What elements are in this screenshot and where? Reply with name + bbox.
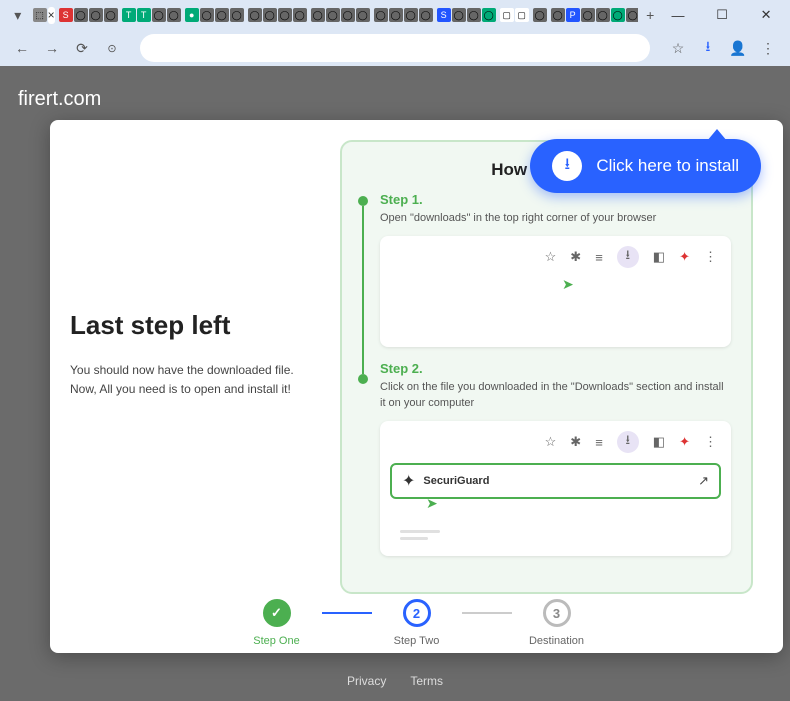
new-tab-button[interactable]: + xyxy=(640,5,660,25)
download-icon: ⭳ xyxy=(617,246,639,268)
step2-title: Step 2. xyxy=(380,361,731,376)
subtext-2: Now, All you need is to open and install… xyxy=(70,380,330,399)
howto-box: How to Install Step 1. Open "downloads" … xyxy=(340,140,753,594)
bug-icon: ✦ xyxy=(679,434,690,450)
content-card: ⭳ Click here to install Last step left Y… xyxy=(50,120,783,653)
nav-reload[interactable]: ⟳ xyxy=(72,38,92,58)
address-bar[interactable] xyxy=(140,34,650,62)
puzzle-icon: ✱ xyxy=(570,249,581,265)
nav-forward[interactable]: → xyxy=(42,38,62,58)
window-maximize[interactable]: ☐ xyxy=(706,3,738,27)
step1-label: Step One xyxy=(253,635,299,647)
bookmark-star-icon[interactable]: ☆ xyxy=(668,38,688,58)
open-icon[interactable]: ↗ xyxy=(698,473,709,489)
nav-back[interactable]: ← xyxy=(12,38,32,58)
step2-mock: ☆ ✱ ≡ ⭳ ◧ ✦ ⋮ ✦ SecuriGuard xyxy=(380,421,731,556)
step2-label: Step Two xyxy=(394,635,440,647)
step1-mock: ☆ ✱ ≡ ⭳ ◧ ✦ ⋮ ➤ xyxy=(380,236,731,347)
bug-icon: ✦ xyxy=(679,249,690,265)
extension-row[interactable]: ✦ SecuriGuard ↗ xyxy=(390,463,721,499)
panel-icon: ◧ xyxy=(653,434,665,450)
install-callout[interactable]: ⭳ Click here to install xyxy=(530,139,761,193)
progress-indicator: ✓ Step One 2 Step Two 3 Destination xyxy=(50,599,783,647)
heading: Last step left xyxy=(70,310,330,341)
star-icon: ☆ xyxy=(545,434,557,450)
step-1: Step 1. Open "downloads" in the top righ… xyxy=(380,192,731,347)
panel-icon: ◧ xyxy=(653,249,665,265)
callout-text: Click here to install xyxy=(596,156,739,176)
page-viewport: firert.com pcrisk.com ⭳ Click here to in… xyxy=(0,66,790,701)
profile-icon[interactable]: 👤 xyxy=(728,38,748,58)
window-close[interactable]: ✕ xyxy=(750,3,782,27)
puzzle-icon: ✱ xyxy=(570,434,581,450)
downloads-icon[interactable]: ⭳ xyxy=(698,38,718,58)
menu-dots-icon: ⋮ xyxy=(704,249,717,265)
tab-list: ⬚ × S◯◯◯ TT◯◯ ●◯◯◯ ◯◯◯◯ ◯◯◯◯ ◯◯◯◯ S◯◯◯ ▢… xyxy=(30,7,639,24)
list-icon: ≡ xyxy=(595,435,603,450)
browser-menu[interactable]: ⋮ xyxy=(758,38,778,58)
placeholder-lines xyxy=(390,522,721,548)
footer: Privacy Terms xyxy=(0,661,790,701)
window-minimize[interactable]: — xyxy=(662,3,694,27)
step-number: 2 xyxy=(403,599,431,627)
terms-link[interactable]: Terms xyxy=(410,674,443,688)
progress-connector xyxy=(462,612,512,614)
step1-title: Step 1. xyxy=(380,192,731,207)
secure-icon: ⊙ xyxy=(102,38,122,58)
cursor-icon: ➤ xyxy=(562,276,790,293)
extension-name: SecuriGuard xyxy=(423,475,489,487)
puzzle-icon: ✦ xyxy=(402,471,415,491)
list-icon: ≡ xyxy=(595,250,603,265)
page-url-overlay: firert.com xyxy=(18,88,101,111)
progress-step-3: 3 Destination xyxy=(512,599,602,647)
download-icon: ⭳ xyxy=(617,431,639,453)
browser-toolbar: ← → ⟳ ⊙ ☆ ⭳ 👤 ⋮ xyxy=(0,30,790,66)
tab-dropdown[interactable]: ▾ xyxy=(8,5,28,25)
menu-dots-icon: ⋮ xyxy=(704,434,717,450)
step-2: Step 2. Click on the file you downloaded… xyxy=(380,361,731,556)
subtext-1: You should now have the downloaded file. xyxy=(70,361,330,380)
check-icon: ✓ xyxy=(263,599,291,627)
progress-step-1: ✓ Step One xyxy=(232,599,322,647)
step-number: 3 xyxy=(543,599,571,627)
step1-desc: Open "downloads" in the top right corner… xyxy=(380,211,731,226)
left-column: Last step left You should now have the d… xyxy=(70,140,330,573)
step2-desc: Click on the file you downloaded in the … xyxy=(380,380,731,411)
progress-connector xyxy=(322,612,372,614)
step3-label: Destination xyxy=(529,635,584,647)
cursor-icon: ➤ xyxy=(426,495,757,512)
right-column: How to Install Step 1. Open "downloads" … xyxy=(330,140,753,573)
browser-tab-strip: ▾ ⬚ × S◯◯◯ TT◯◯ ●◯◯◯ ◯◯◯◯ ◯◯◯◯ ◯◯◯◯ S◯◯◯… xyxy=(0,0,790,30)
star-icon: ☆ xyxy=(545,249,557,265)
privacy-link[interactable]: Privacy xyxy=(347,674,386,688)
download-icon: ⭳ xyxy=(552,151,582,181)
progress-step-2: 2 Step Two xyxy=(372,599,462,647)
active-tab-close[interactable]: × xyxy=(48,7,55,24)
